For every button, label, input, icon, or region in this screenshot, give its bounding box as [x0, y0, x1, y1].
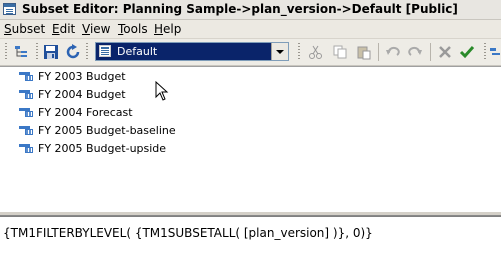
menu-view-rest: iew: [89, 22, 111, 36]
toolbar-separator: [378, 43, 379, 61]
list-item[interactable]: FY 2005 Budget-upside: [19, 140, 166, 157]
element-icon: [19, 107, 35, 118]
subset-select[interactable]: Default: [95, 42, 289, 61]
cut-icon: [309, 45, 322, 59]
refresh-button[interactable]: [63, 42, 83, 62]
list-item[interactable]: FY 2003 Budget: [19, 68, 126, 85]
mouse-pointer-icon: [155, 81, 169, 101]
check-icon: [459, 46, 475, 59]
menu-help-rest: elp: [163, 22, 182, 36]
menu-edit-mnemonic: E: [52, 22, 60, 36]
delete-icon: [439, 46, 451, 58]
delete-button[interactable]: [435, 42, 455, 62]
toolbar-grip[interactable]: [5, 43, 7, 61]
undo-button[interactable]: [383, 42, 403, 62]
list-item-label: FY 2003 Budget: [38, 70, 126, 83]
cut-button[interactable]: [306, 42, 326, 62]
undo-icon: [386, 46, 400, 56]
list-item-label: FY 2004 Budget: [38, 88, 126, 101]
list-item[interactable]: FY 2005 Budget-baseline: [19, 122, 176, 139]
element-icon: [19, 89, 35, 100]
save-icon: [44, 45, 58, 59]
ok-button[interactable]: [457, 42, 477, 62]
menu-subset-mnemonic: S: [4, 22, 12, 36]
list-item-label: FY 2004 Forecast: [38, 106, 133, 119]
menu-subset-rest: ubset: [11, 22, 46, 36]
refresh-icon: [66, 44, 80, 59]
tree-icon-partial: [489, 48, 500, 55]
copy-icon: [333, 45, 347, 59]
redo-icon: [408, 46, 422, 56]
menu-bar: Subset Edit View Tools Help: [0, 20, 501, 39]
element-icon: [19, 143, 35, 154]
menu-tools[interactable]: Tools: [118, 22, 148, 36]
paste-icon: [357, 46, 371, 60]
list-item[interactable]: FY 2004 Budget: [19, 86, 126, 103]
element-icon: [19, 71, 35, 82]
list-item[interactable]: FY 2004 Forecast: [19, 104, 133, 121]
subset-editor-icon: [3, 3, 16, 15]
menu-view[interactable]: View: [82, 22, 110, 36]
mdx-expression[interactable]: {TM1FILTERBYLEVEL( {TM1SUBSETALL( [plan_…: [3, 226, 373, 240]
menu-edit[interactable]: Edit: [52, 22, 75, 36]
toolbar-grip-2[interactable]: [36, 43, 38, 61]
expression-window[interactable]: {TM1FILTERBYLEVEL( {TM1SUBSETALL( [plan_…: [0, 216, 501, 279]
tree-view-button[interactable]: [12, 42, 32, 62]
save-button[interactable]: [41, 42, 61, 62]
title-bar: Subset Editor: Planning Sample->plan_ver…: [0, 0, 501, 20]
subset-select-value: Default: [117, 45, 158, 58]
element-list[interactable]: FY 2003 Budget FY 2004 Budget FY 2004 Fo…: [0, 66, 501, 213]
menu-tools-rest: ools: [123, 22, 148, 36]
list-item-label: FY 2005 Budget-upside: [38, 142, 167, 155]
tree-icon: [15, 46, 27, 57]
element-icon: [19, 125, 35, 136]
menu-edit-rest: dit: [59, 22, 76, 36]
subset-icon: [99, 45, 111, 57]
paste-button[interactable]: [354, 42, 374, 62]
window-title: Subset Editor: Planning Sample->plan_ver…: [22, 2, 458, 16]
toolbar-grip-3[interactable]: [86, 43, 88, 61]
list-item-label: FY 2005 Budget-baseline: [38, 124, 176, 137]
toolbar-separator-2: [430, 43, 431, 61]
menu-subset[interactable]: Subset: [4, 22, 45, 36]
menu-help[interactable]: Help: [154, 22, 181, 36]
menu-help-mnemonic: H: [154, 22, 164, 36]
chevron-down-icon[interactable]: [271, 43, 288, 60]
toolbar-grip-4[interactable]: [298, 43, 300, 61]
redo-button[interactable]: [405, 42, 425, 62]
toolbar-grip-5[interactable]: [484, 43, 486, 61]
toolbar-overflow-button[interactable]: [488, 42, 501, 62]
copy-button[interactable]: [330, 42, 350, 62]
menu-view-mnemonic: V: [82, 22, 90, 36]
toolbar: Default: [0, 39, 501, 66]
